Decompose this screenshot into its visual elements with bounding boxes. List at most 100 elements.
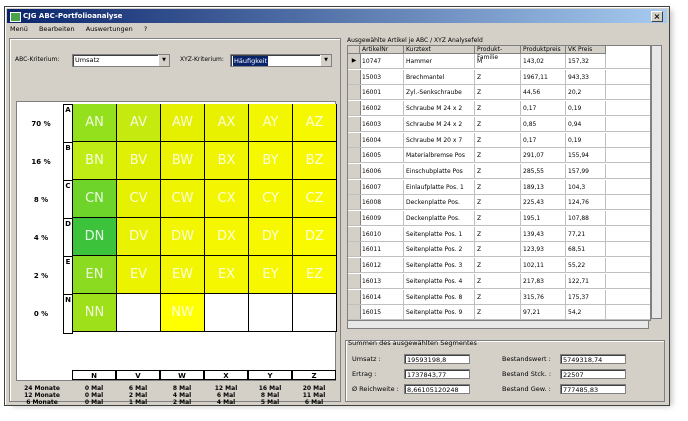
matrix-cell[interactable]: DN (73, 218, 117, 256)
table-row[interactable]: 16004 Schraube M 20 x 7 Z 0,17 0,19 (348, 132, 650, 148)
table-header[interactable]: Produktpreis (521, 46, 566, 54)
abc-criterion-select[interactable]: Umsatz ▼ (72, 54, 170, 67)
matrix-cell[interactable]: AN (73, 104, 117, 142)
matrix-cell[interactable]: CW (161, 180, 205, 218)
table-cell: 315,76 (521, 289, 566, 304)
umsatz-field[interactable]: 19593198,8 (404, 354, 470, 364)
matrix-cell[interactable]: DW (161, 218, 205, 256)
menu-item-help[interactable]: ? (144, 25, 147, 33)
matrix-cell[interactable]: AV (117, 104, 161, 142)
matrix-cell[interactable]: BZ (293, 142, 337, 180)
table-header[interactable]: ArtikelNr (360, 46, 404, 54)
table-cell: 0,17 (521, 101, 566, 116)
table-cell: 291,07 (521, 148, 566, 163)
table-row[interactable]: 16007 Einlaufplatte Pos. 1 Z 189,13 104,3 (348, 179, 650, 195)
matrix-cell[interactable]: NX (205, 294, 249, 332)
table-row[interactable]: 16012 Seitenplatte Pos. 3 Z 102,11 55,22 (348, 258, 650, 274)
table-cell: 55,22 (566, 258, 606, 273)
matrix-cell[interactable]: DX (205, 218, 249, 256)
table-row[interactable]: 16014 Seitenplatte Pos. 8 Z 315,76 175,37 (348, 289, 650, 305)
table-cell: 217,83 (521, 273, 566, 288)
table-cell: 16001 (360, 85, 404, 100)
table-cell: 0,85 (521, 116, 566, 131)
table-cell: Z (475, 85, 521, 100)
table-row[interactable]: 16006 Einschubplatte Pos Z 285,55 157,99 (348, 163, 650, 179)
table-row[interactable]: 16011 Seitenplatte Pos. 2 Z 123,93 68,51 (348, 242, 650, 258)
matrix-cell[interactable]: EW (161, 256, 205, 294)
matrix-cell[interactable]: NZ (293, 294, 337, 332)
matrix-cell[interactable]: AZ (293, 104, 337, 142)
matrix-cell[interactable]: BN (73, 142, 117, 180)
table-cell: Z (475, 273, 521, 288)
table-row[interactable]: 16010 Seitenplatte Pos. 1 Z 139,43 77,21 (348, 226, 650, 242)
table-row[interactable]: ▶ 10747 Hammer M 143,02 157,32 (348, 54, 650, 69)
matrix-cell[interactable]: AX (205, 104, 249, 142)
window-title: CJG ABC-Portfolioanalyse (23, 12, 123, 20)
matrix-cell[interactable]: BX (205, 142, 249, 180)
bestandswert-field[interactable]: 5749318,74 (560, 354, 626, 364)
table-row[interactable]: 15003 Brechmantel Z 1967,11 943,33 (348, 69, 650, 85)
matrix-cell[interactable]: AY (249, 104, 293, 142)
matrix-cell[interactable]: NW (161, 294, 205, 332)
matrix-cell[interactable]: BW (161, 142, 205, 180)
matrix-cell[interactable]: DZ (293, 218, 337, 256)
table-header[interactable]: Kurztext (404, 46, 475, 54)
table-row[interactable]: 16009 Deckenplatte Pos. Z 195,1 107,88 (348, 211, 650, 226)
table-header[interactable]: VK Preis (566, 46, 606, 54)
menu-item-menu[interactable]: Menü (10, 25, 28, 33)
matrix-cell[interactable]: NY (249, 294, 293, 332)
bestand-stck-field[interactable]: 22507 (560, 369, 626, 379)
row-percent-label: 16 % (31, 158, 51, 166)
table-row[interactable]: 16013 Seitenplatte Pos. 4 Z 217,83 122,71 (348, 273, 650, 289)
vertical-scrollbar[interactable] (651, 45, 662, 319)
close-button[interactable]: × (651, 11, 663, 22)
table-row[interactable]: 16001 Zyl.-Senkschraube Z 44,56 20,2 (348, 85, 650, 101)
table-cell: Z (475, 305, 521, 320)
matrix-cell[interactable]: BY (249, 142, 293, 180)
reichweite-field[interactable]: 8,66105120248 (404, 384, 470, 394)
bestand-stck-label: Bestand Stck. : (502, 370, 552, 378)
table-cell: 157,32 (566, 54, 606, 68)
matrix-cell[interactable]: NV (117, 294, 161, 332)
table-cell: Brechmantel (404, 69, 475, 84)
frequency-period-label: 6 Monate (26, 399, 58, 406)
table-cell: Materialbremse Pos (404, 148, 475, 163)
app-window: CJG ABC-Portfolioanalyse × Menü Bearbeit… (4, 6, 670, 406)
matrix-cell[interactable]: CY (249, 180, 293, 218)
xyz-criterion-select[interactable]: Häufigkeit ▼ (230, 54, 332, 67)
matrix-cell[interactable]: BV (117, 142, 161, 180)
matrix-cell[interactable]: EX (205, 256, 249, 294)
matrix-cell[interactable]: EZ (293, 256, 337, 294)
horizontal-scrollbar[interactable] (347, 320, 649, 329)
chevron-down-icon[interactable]: ▼ (158, 55, 169, 66)
menu-item-bearbeiten[interactable]: Bearbeiten (39, 25, 75, 33)
matrix-cell[interactable]: CN (73, 180, 117, 218)
table-row[interactable]: 16002 Schraube M 24 x 2 Z 0,17 0,19 (348, 101, 650, 117)
matrix-cell[interactable]: EN (73, 256, 117, 294)
matrix-cell[interactable]: CV (117, 180, 161, 218)
ertrag-field[interactable]: 1737843,77 (404, 369, 470, 379)
menu-item-auswertungen[interactable]: Auswertungen (86, 25, 133, 33)
table-cell: 16014 (360, 289, 404, 304)
table-header[interactable]: Produkt-Familie (475, 46, 521, 61)
table-row[interactable]: 16005 Materialbremse Pos Z 291,07 155,94 (348, 148, 650, 164)
frequency-period-label: 12 Monate (24, 392, 60, 399)
matrix-cell[interactable]: EV (117, 256, 161, 294)
table-cell: Schraube M 24 x 2 (404, 101, 475, 116)
matrix-cell[interactable]: CZ (293, 180, 337, 218)
matrix-cell[interactable]: CX (205, 180, 249, 218)
matrix-cell[interactable]: EY (249, 256, 293, 294)
table-row[interactable]: 16008 Deckenplatte Pos. Z 225,43 124,76 (348, 195, 650, 211)
matrix-cell[interactable]: DY (249, 218, 293, 256)
table-row[interactable]: 16003 Schraube M 24 x 2 Z 0,85 0,94 (348, 116, 650, 132)
table-cell: 155,94 (566, 148, 606, 163)
matrix-cell[interactable]: DV (117, 218, 161, 256)
matrix-cell[interactable]: AW (161, 104, 205, 142)
chevron-down-icon[interactable]: ▼ (320, 55, 331, 66)
bestandswert-label: Bestandswert : (502, 355, 551, 363)
frequency-value: 8 Mal (172, 385, 192, 392)
matrix-cell[interactable]: NN (73, 294, 117, 332)
header-corner (348, 46, 360, 54)
bestand-gew-field[interactable]: 777485,83 (560, 384, 626, 394)
table-row[interactable]: 16015 Seitenplatte Pos. 9 Z 97,21 54,2 (348, 305, 650, 320)
